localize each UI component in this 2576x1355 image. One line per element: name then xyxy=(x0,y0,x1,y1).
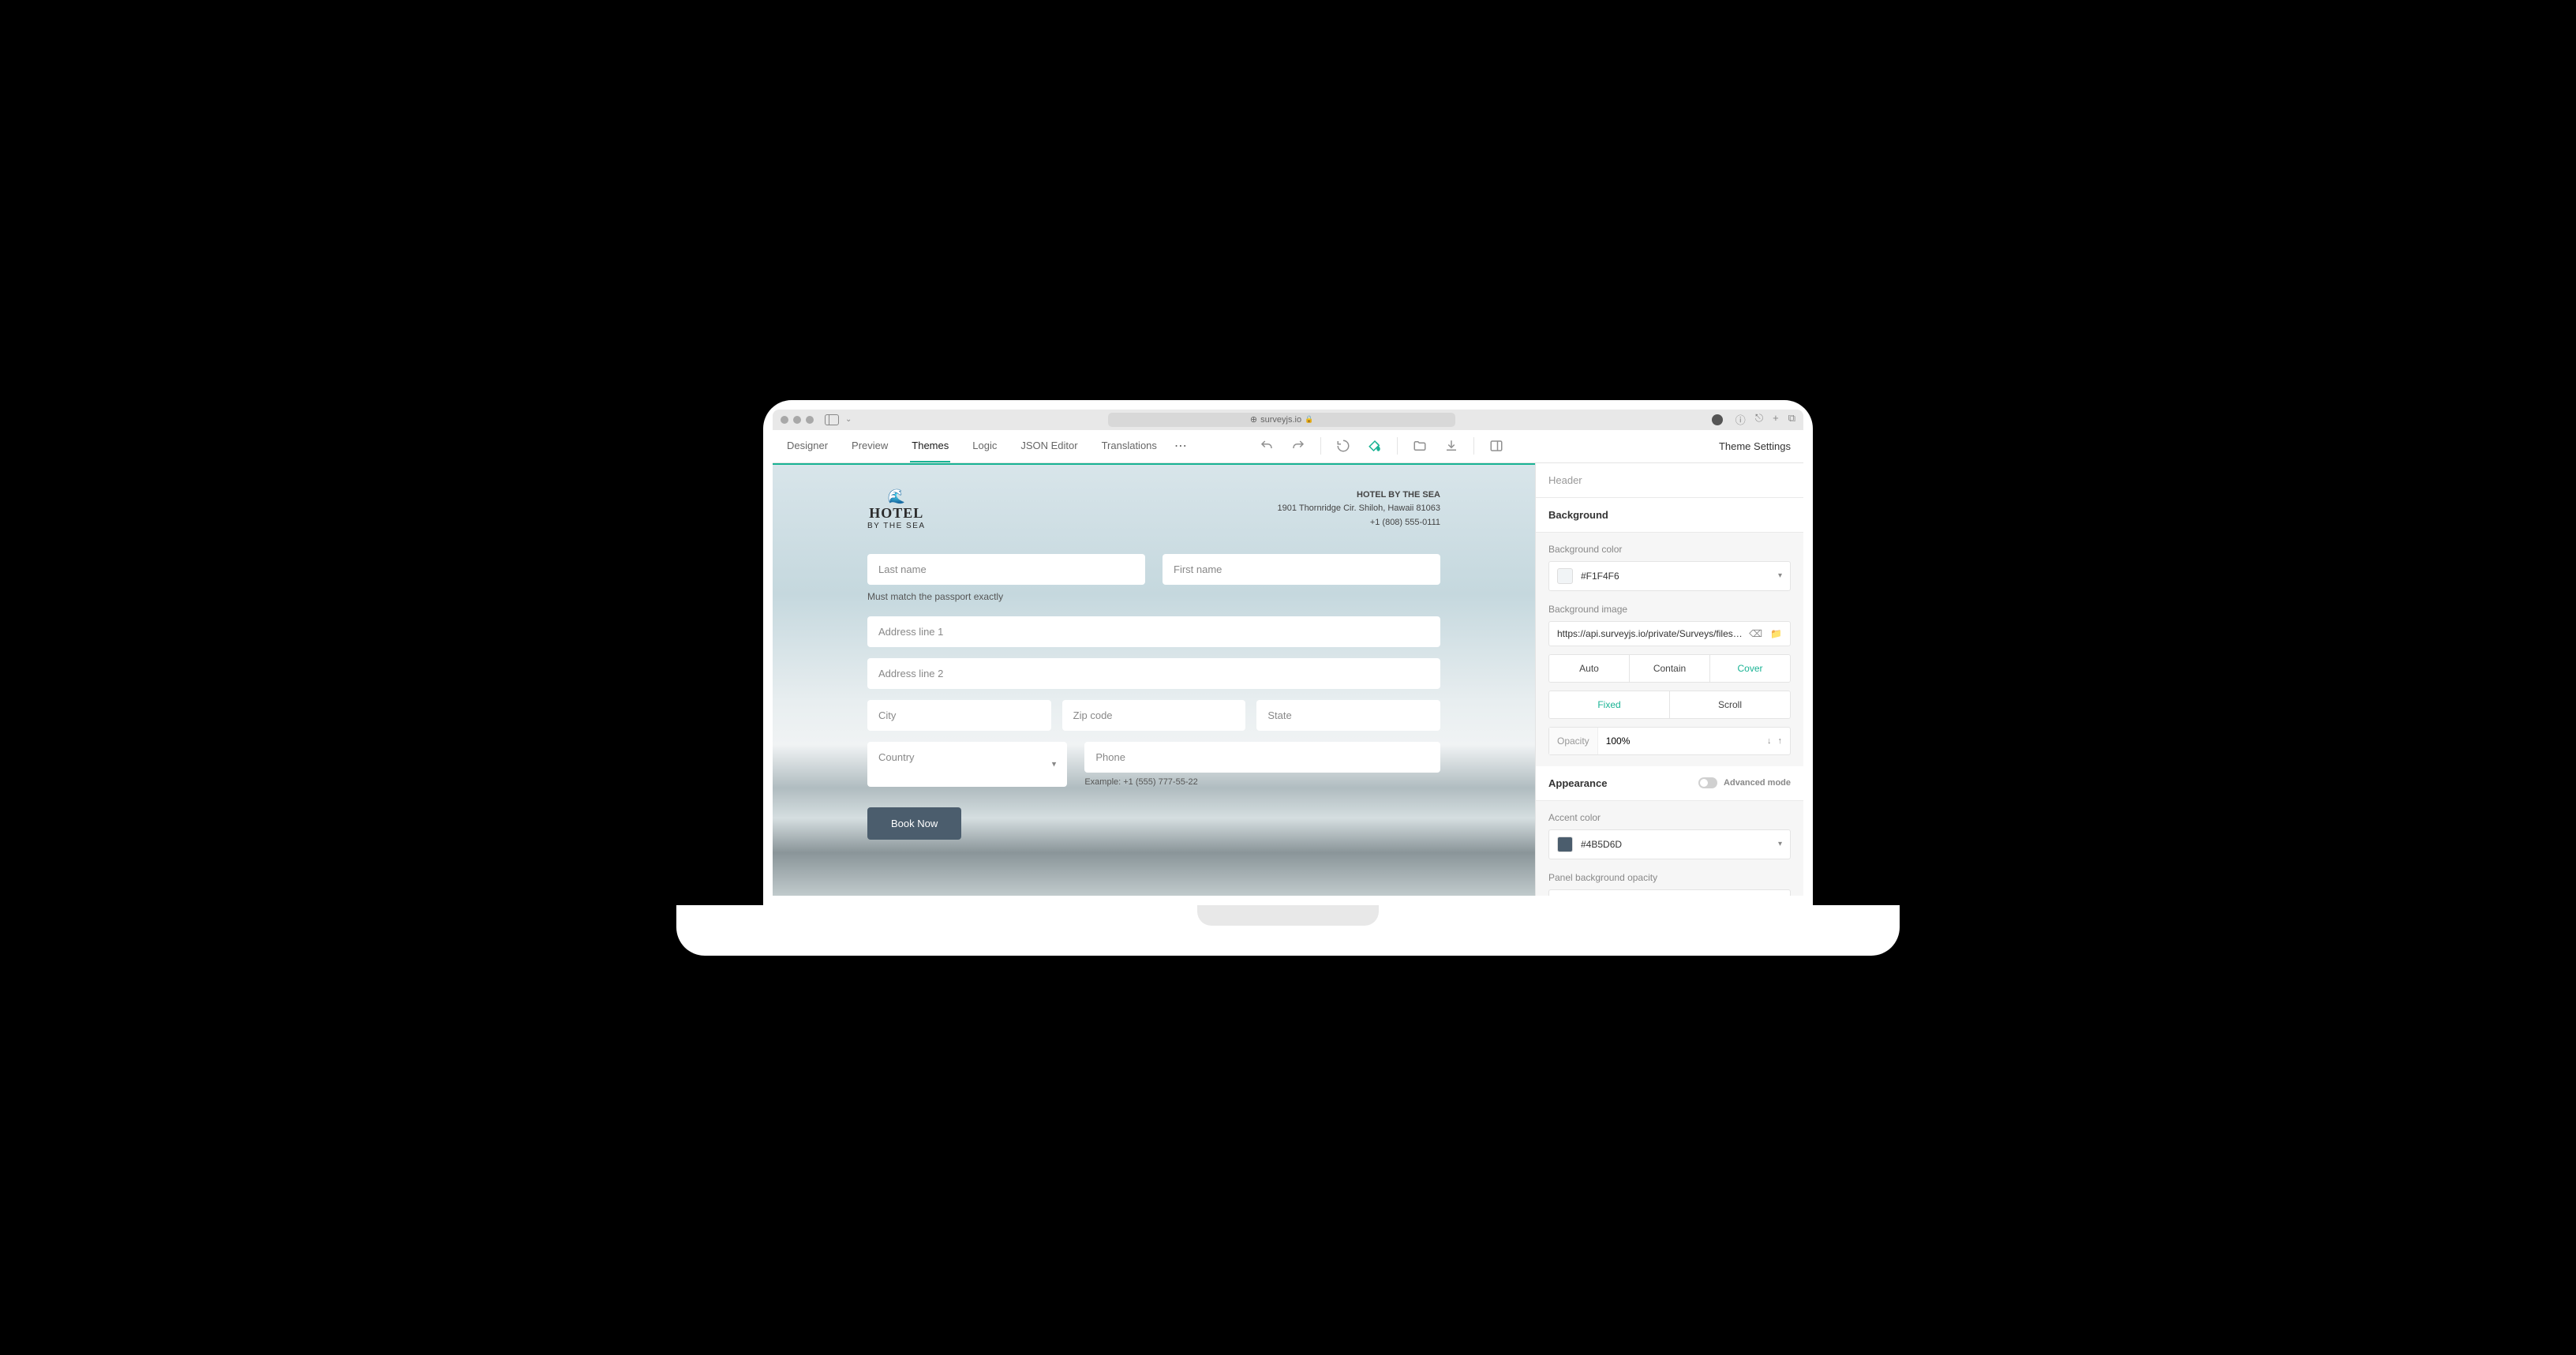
bg-color-swatch xyxy=(1557,568,1573,584)
hotel-phone: +1 (808) 555-0111 xyxy=(1278,516,1440,530)
bg-attach-fixed[interactable]: Fixed xyxy=(1549,691,1670,718)
editor-tabs: Designer Preview Themes Logic JSON Edito… xyxy=(785,430,1159,462)
panel-toggle-icon[interactable] xyxy=(1482,432,1511,460)
last-name-input[interactable]: Last name xyxy=(867,554,1145,585)
appearance-label: Appearance xyxy=(1548,777,1607,789)
traffic-light-zoom[interactable] xyxy=(806,416,814,424)
bg-color-value: #F1F4F6 xyxy=(1581,571,1619,582)
eraser-icon[interactable]: ⌫ xyxy=(1749,628,1762,639)
bg-fit-auto[interactable]: Auto xyxy=(1549,655,1630,682)
hotel-info: HOTEL BY THE SEA 1901 Thornridge Cir. Sh… xyxy=(1278,488,1440,530)
chevron-down-icon: ▾ xyxy=(1778,840,1782,848)
tab-designer[interactable]: Designer xyxy=(785,430,829,462)
zip-input[interactable]: Zip code xyxy=(1062,700,1246,731)
passport-helper-text: Must match the passport exactly xyxy=(867,591,1440,602)
bg-attach-group: Fixed Scroll xyxy=(1548,691,1791,719)
traffic-light-minimize[interactable] xyxy=(793,416,801,424)
book-now-button[interactable]: Book Now xyxy=(867,807,961,840)
hotel-address: 1901 Thornridge Cir. Shiloh, Hawaii 8106… xyxy=(1278,502,1440,516)
app-window: Designer Preview Themes Logic JSON Edito… xyxy=(773,430,1803,896)
city-input[interactable]: City xyxy=(867,700,1051,731)
bg-fit-group: Auto Contain Cover xyxy=(1548,654,1791,683)
bg-image-input[interactable]: https://api.surveyjs.io/private/Surveys/… xyxy=(1548,621,1791,646)
chevron-down-icon[interactable]: ⌄ xyxy=(845,415,852,424)
folder-icon[interactable]: 📁 xyxy=(1770,628,1782,639)
chevron-down-icon: ▾ xyxy=(1778,571,1782,580)
url-text: surveyjs.io xyxy=(1260,415,1301,425)
panel-opacity-label: Panel background opacity xyxy=(1548,872,1791,883)
theme-settings-panel: Header Background Background color #F1F4… xyxy=(1535,463,1803,896)
arrow-down-icon[interactable]: ↓ xyxy=(1767,736,1772,746)
bg-color-picker[interactable]: #F1F4F6 ▾ xyxy=(1548,561,1791,591)
address2-input[interactable]: Address line 2 xyxy=(867,658,1440,689)
laptop-notch xyxy=(1197,905,1379,926)
plus-icon[interactable]: + xyxy=(1773,412,1779,427)
theme-settings-label: Theme Settings xyxy=(1719,440,1791,452)
first-name-input[interactable]: First name xyxy=(1163,554,1440,585)
bg-image-label: Background image xyxy=(1548,604,1791,615)
info-icon[interactable]: ⓘ xyxy=(1735,412,1746,427)
extension-badge[interactable] xyxy=(1712,414,1723,425)
tab-logic[interactable]: Logic xyxy=(971,430,998,462)
hotel-name: HOTEL BY THE SEA xyxy=(1278,488,1440,503)
opacity-label: Opacity xyxy=(1549,728,1598,754)
header-section-toggle[interactable]: Header xyxy=(1536,463,1803,498)
accent-color-picker[interactable]: #4B5D6D ▾ xyxy=(1548,829,1791,859)
laptop-base xyxy=(676,905,1900,956)
traffic-light-close[interactable] xyxy=(781,416,788,424)
tab-preview[interactable]: Preview xyxy=(850,430,889,462)
appearance-section-toggle[interactable]: Appearance Advanced mode xyxy=(1536,766,1803,801)
theme-paint-icon[interactable] xyxy=(1361,432,1389,460)
share-icon[interactable]: ⎋ xyxy=(1755,412,1763,427)
tab-translations[interactable]: Translations xyxy=(1100,430,1159,462)
tabs-icon[interactable]: ⧉ xyxy=(1788,412,1795,427)
browser-chrome: ⌄ ⊕ surveyjs.io 🔒 ⓘ ⎋ + ⧉ xyxy=(773,410,1803,430)
hotel-logo: 🌊 HOTEL BY THE SEA xyxy=(867,488,926,530)
lock-icon: 🔒 xyxy=(1305,415,1313,424)
arrow-up-icon[interactable]: ↑ xyxy=(1778,736,1783,746)
bg-image-url: https://api.surveyjs.io/private/Surveys/… xyxy=(1557,628,1743,639)
opacity-value[interactable]: 100% xyxy=(1598,728,1759,754)
url-bar[interactable]: ⊕ surveyjs.io 🔒 xyxy=(1108,413,1455,427)
logo-text-top: HOTEL xyxy=(869,505,923,522)
country-select[interactable]: Country xyxy=(867,742,1067,787)
laptop-screen-frame: ⌄ ⊕ surveyjs.io 🔒 ⓘ ⎋ + ⧉ Designer Previ… xyxy=(763,400,1813,905)
tab-themes[interactable]: Themes xyxy=(910,430,950,462)
advanced-mode-label: Advanced mode xyxy=(1724,778,1791,788)
state-input[interactable]: State xyxy=(1256,700,1440,731)
redo-icon[interactable] xyxy=(1284,432,1312,460)
accent-color-value: #4B5D6D xyxy=(1581,839,1622,850)
bg-color-label: Background color xyxy=(1548,544,1791,555)
globe-icon: ⊕ xyxy=(1250,414,1257,425)
sidebar-toggle-icon[interactable] xyxy=(825,414,839,425)
export-icon[interactable] xyxy=(1437,432,1466,460)
bg-fit-contain[interactable]: Contain xyxy=(1630,655,1710,682)
bg-attach-scroll[interactable]: Scroll xyxy=(1670,691,1790,718)
accent-color-swatch xyxy=(1557,837,1573,852)
logo-text-bottom: BY THE SEA xyxy=(867,522,926,530)
import-icon[interactable] xyxy=(1406,432,1434,460)
panel-opacity-input[interactable]: 100% ↓↑ xyxy=(1548,889,1791,896)
bg-opacity-row: Opacity 100% ↓ ↑ xyxy=(1548,727,1791,755)
wave-icon: 🌊 xyxy=(888,488,905,505)
tab-json-editor[interactable]: JSON Editor xyxy=(1019,430,1079,462)
survey-canvas: 🌊 HOTEL BY THE SEA HOTEL BY THE SEA 1901… xyxy=(773,463,1535,896)
address1-input[interactable]: Address line 1 xyxy=(867,616,1440,647)
background-section-toggle[interactable]: Background xyxy=(1536,498,1803,533)
advanced-mode-toggle[interactable] xyxy=(1698,777,1717,788)
phone-input[interactable]: Phone xyxy=(1084,742,1440,773)
undo-icon[interactable] xyxy=(1252,432,1281,460)
accent-color-label: Accent color xyxy=(1548,812,1791,823)
top-toolbar: Designer Preview Themes Logic JSON Edito… xyxy=(773,430,1803,463)
bg-fit-cover[interactable]: Cover xyxy=(1710,655,1790,682)
reset-icon[interactable] xyxy=(1329,432,1357,460)
phone-example-text: Example: +1 (555) 777-55-22 xyxy=(1084,777,1440,787)
more-icon[interactable]: ⋯ xyxy=(1174,438,1187,454)
